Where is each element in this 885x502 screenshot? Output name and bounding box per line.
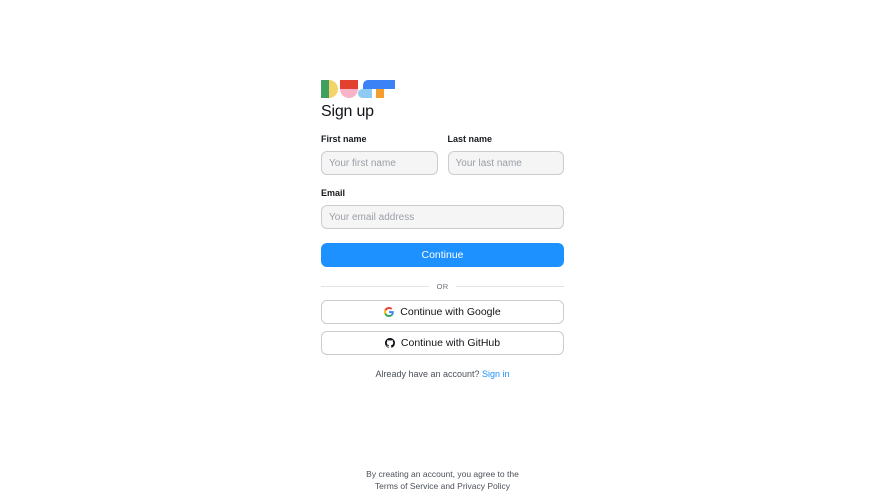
- email-label: Email: [321, 188, 346, 198]
- terms-of-service-link[interactable]: Terms of Service: [375, 481, 438, 491]
- legal-line-2: Terms of Service and Privacy Policy: [0, 480, 885, 492]
- sign-in-link[interactable]: Sign in: [482, 369, 510, 379]
- privacy-policy-link[interactable]: Privacy Policy: [457, 481, 510, 491]
- logo-green-bar: [321, 80, 329, 98]
- continue-with-google-button[interactable]: Continue with Google: [321, 300, 564, 324]
- logo-pink-half-circle: [340, 89, 358, 98]
- continue-button[interactable]: Continue: [321, 243, 564, 267]
- logo-orange-block: [376, 89, 384, 98]
- github-button-label: Continue with GitHub: [400, 337, 501, 349]
- logo-light-blue-pill: [358, 89, 372, 98]
- first-name-group: First name: [321, 134, 438, 175]
- page-title: Sign up: [321, 103, 374, 120]
- github-icon: [384, 338, 395, 348]
- signin-prompt: Already have an account? Sign in: [321, 369, 564, 379]
- logo-blue-bar: [363, 80, 395, 89]
- and-text: and: [440, 481, 455, 491]
- signup-card: Sign up First name Last name Email Conti…: [321, 80, 565, 379]
- dust-logo: [321, 80, 395, 98]
- email-input[interactable]: [321, 205, 564, 229]
- legal-line-1: By creating an account, you agree to the: [366, 469, 519, 479]
- name-row: First name Last name: [321, 134, 564, 175]
- last-name-group: Last name: [447, 134, 564, 175]
- logo-red-block: [340, 80, 358, 89]
- google-button-label: Continue with Google: [400, 306, 501, 318]
- divider-text: OR: [436, 282, 449, 291]
- email-group: Email: [321, 188, 564, 229]
- continue-with-github-button[interactable]: Continue with GitHub: [321, 331, 564, 355]
- google-icon: [384, 307, 395, 317]
- first-name-label: First name: [321, 134, 367, 144]
- logo-yellow-half-circle: [329, 80, 338, 98]
- legal-footer: By creating an account, you agree to the…: [0, 468, 885, 492]
- last-name-input[interactable]: [447, 151, 564, 175]
- divider-line-left: [321, 286, 429, 287]
- last-name-label: Last name: [447, 134, 493, 144]
- or-divider: OR: [321, 281, 565, 292]
- first-name-input[interactable]: [321, 151, 438, 175]
- divider-line-right: [456, 286, 565, 287]
- signin-prompt-text: Already have an account?: [375, 369, 480, 379]
